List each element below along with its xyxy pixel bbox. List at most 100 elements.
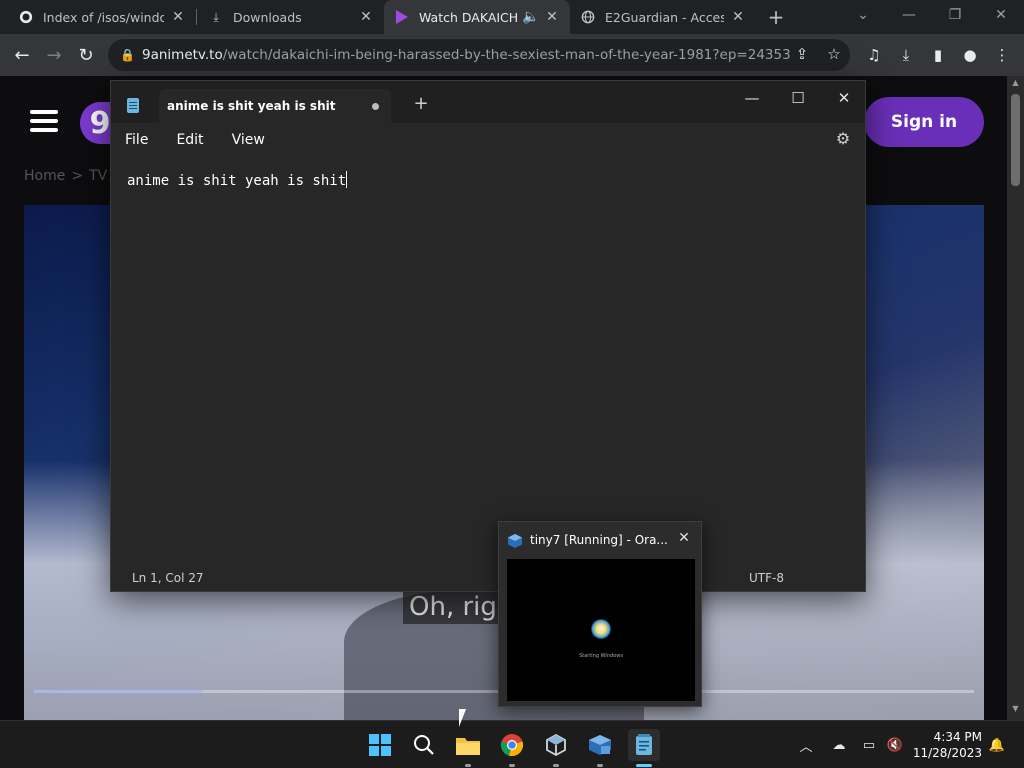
speaker-icon[interactable]: 🔈: [522, 9, 539, 25]
tab-title: Index of /isos/window: [43, 9, 164, 25]
notepad-window: anime is shit yeah is shit + — ☐ ✕ File …: [110, 80, 866, 592]
menu-edit[interactable]: Edit: [162, 132, 217, 148]
virtualbox-manager-icon[interactable]: [540, 729, 572, 761]
notepad-app-icon: [127, 98, 139, 113]
tab-e2guardian[interactable]: E2Guardian - Access D ✕: [570, 0, 756, 34]
search-icon[interactable]: [408, 729, 440, 761]
close-icon[interactable]: ✕: [170, 9, 186, 25]
browser-toolbar: ← → ↻ 🔒 9animetv.to/watch/dakaichi-im-be…: [0, 34, 1024, 76]
encoding[interactable]: UTF-8: [749, 571, 784, 585]
reload-icon[interactable]: ↻: [72, 41, 100, 69]
taskbar: ︿ ☁ ▭ 🔇 4:34 PM 11/28/2023 🔔: [0, 720, 1024, 768]
minimize-button[interactable]: —: [886, 0, 932, 30]
close-icon[interactable]: ✕: [730, 9, 746, 25]
clock-time: 4:34 PM: [933, 730, 982, 744]
taskbar-thumbnail-popup[interactable]: tiny7 [Running] - Ora... ✕ Starting Wind…: [498, 521, 702, 707]
text-caret: [346, 171, 348, 188]
onedrive-offline-icon[interactable]: ☁: [828, 735, 850, 755]
back-icon[interactable]: ←: [8, 41, 36, 69]
notepad-tab-title: anime is shit yeah is shit: [167, 99, 336, 113]
virtualbox-icon: [507, 533, 523, 549]
tab-title: Downloads: [233, 9, 302, 25]
notepad-close-button[interactable]: ✕: [821, 83, 867, 113]
chrome-icon[interactable]: [496, 729, 528, 761]
scroll-up-icon[interactable]: ▲: [1007, 78, 1024, 92]
tab-separator: [196, 9, 197, 25]
notepad-tab[interactable]: anime is shit yeah is shit: [159, 89, 391, 123]
play-icon: [394, 9, 410, 25]
breadcrumb-tv[interactable]: TV: [89, 168, 107, 184]
network-icon[interactable]: ▭: [858, 735, 880, 755]
unsaved-dot-icon[interactable]: [372, 103, 379, 110]
volume-muted-icon[interactable]: 🔇: [884, 735, 906, 755]
breadcrumb-separator: >: [71, 168, 84, 184]
notepad-maximize-button[interactable]: ☐: [775, 83, 821, 113]
notepad-minimize-button[interactable]: —: [729, 83, 775, 113]
notepad-menubar: File Edit View: [111, 123, 865, 157]
virtualbox-vm-icon[interactable]: [584, 729, 616, 761]
scroll-down-icon[interactable]: ▼: [1007, 704, 1024, 718]
notepad-taskbar-icon[interactable]: [628, 729, 660, 761]
tab-search-chevron-icon[interactable]: ⌄: [840, 0, 886, 30]
running-indicator-active: [636, 764, 652, 767]
running-indicator: [509, 764, 515, 767]
tab-index-isos[interactable]: Index of /isos/window ✕: [8, 0, 196, 34]
address-bar[interactable]: 🔒 9animetv.to/watch/dakaichi-im-being-ha…: [108, 39, 850, 71]
forward-icon[interactable]: →: [40, 41, 68, 69]
profile-icon[interactable]: ●: [956, 42, 984, 68]
mouse-cursor-icon: [459, 709, 466, 727]
notepad-text-area[interactable]: anime is shit yeah is shit: [127, 171, 348, 189]
menu-view[interactable]: View: [218, 132, 279, 148]
breadcrumb: Home > TV: [24, 168, 107, 184]
github-icon: [18, 9, 34, 25]
scrollbar-thumb[interactable]: [1011, 94, 1020, 186]
menu-kebab-icon[interactable]: ⋮: [988, 42, 1016, 68]
tab-downloads[interactable]: ⤓ Downloads ✕: [198, 0, 384, 34]
restore-button[interactable]: ❐: [932, 0, 978, 30]
tab-watch-dakaichi[interactable]: Watch DAKAICHI 🔈 ✕: [384, 0, 570, 34]
download-icon: ⤓: [213, 9, 219, 24]
close-icon[interactable]: ✕: [358, 9, 374, 25]
tab-title: Watch DAKAICHI: [419, 9, 518, 25]
windows-orb-icon: [591, 619, 611, 639]
bookmark-star-icon[interactable]: ☆: [822, 42, 846, 66]
boot-text: Starting Windows: [579, 653, 623, 659]
close-icon[interactable]: ✕: [675, 530, 693, 546]
video-progress-fill: [34, 690, 204, 693]
running-indicator: [465, 764, 471, 767]
notepad-text: anime is shit yeah is shit: [127, 173, 347, 189]
browser-tab-strip: Index of /isos/window ✕ ⤓ Downloads ✕ Wa…: [0, 0, 1024, 34]
media-control-icon[interactable]: ♫: [860, 42, 888, 68]
share-icon[interactable]: ⇪: [790, 42, 814, 66]
page-scrollbar[interactable]: ▲ ▼: [1007, 76, 1024, 720]
url-path: /watch/dakaichi-im-being-harassed-by-the…: [222, 47, 791, 63]
system-clock[interactable]: 4:34 PM 11/28/2023: [912, 729, 982, 761]
sign-in-button[interactable]: Sign in: [864, 97, 984, 147]
running-indicator: [553, 764, 559, 767]
clock-date: 11/28/2023: [912, 746, 982, 760]
breadcrumb-home[interactable]: Home: [24, 168, 65, 184]
vm-preview[interactable]: Starting Windows: [507, 559, 695, 701]
notepad-titlebar: anime is shit yeah is shit + — ☐ ✕: [111, 81, 865, 123]
tab-title: E2Guardian - Access D: [605, 9, 724, 25]
close-button[interactable]: ✕: [978, 0, 1024, 30]
windows-start-icon[interactable]: [364, 729, 396, 761]
show-hidden-icons-chevron-icon[interactable]: ︿: [795, 735, 817, 755]
notepad-statusbar: Ln 1, Col 27 UTF-8: [111, 567, 865, 591]
lock-icon: 🔒: [120, 48, 135, 62]
file-explorer-icon[interactable]: [452, 729, 484, 761]
new-tab-button[interactable]: +: [764, 5, 788, 29]
download-icon[interactable]: ⤓: [892, 42, 920, 68]
close-icon[interactable]: ✕: [544, 9, 560, 25]
cursor-position: Ln 1, Col 27: [132, 571, 204, 585]
running-indicator: [597, 764, 603, 767]
url-host: 9animetv.to: [142, 47, 223, 63]
menu-file[interactable]: File: [111, 132, 162, 148]
globe-icon: [580, 9, 596, 25]
notification-bell-icon[interactable]: 🔔: [986, 735, 1008, 755]
side-panel-icon[interactable]: ▮: [924, 42, 952, 68]
thumbnail-title: tiny7 [Running] - Ora...: [530, 533, 668, 547]
gear-icon[interactable]: ⚙: [833, 129, 853, 149]
notepad-new-tab-button[interactable]: +: [411, 93, 431, 117]
hamburger-menu-icon[interactable]: [30, 110, 58, 132]
